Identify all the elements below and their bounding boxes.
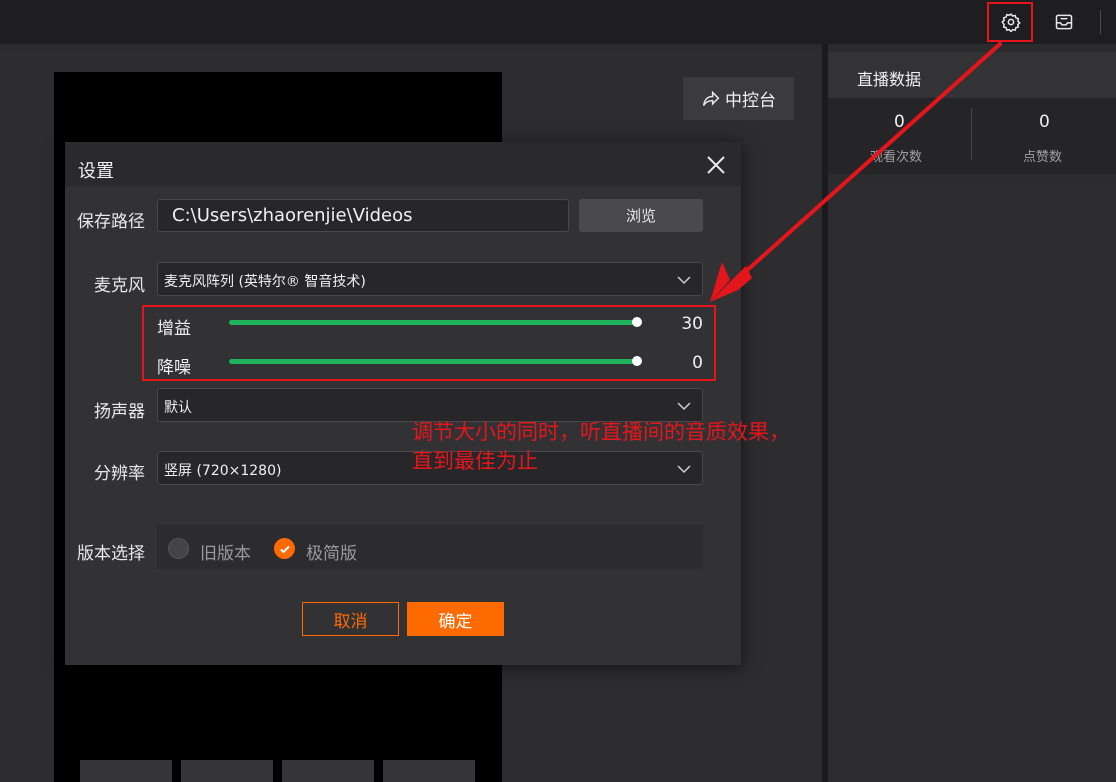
views-value: 0 [894,112,905,132]
dialog-header [65,142,741,186]
annotation-line-2: 直到最佳为止 [412,449,538,473]
annotation-note: 调节大小的同时，听直播间的音质效果， 直到最佳为止 [412,418,790,476]
save-path-input[interactable]: C:\Users\zhaorenjie\Videos [157,199,569,232]
tool-tile[interactable] [282,760,374,782]
browse-button[interactable]: 浏览 [579,199,703,232]
likes-label: 点赞数 [1023,150,1063,165]
stat-separator [971,108,972,160]
views-label: 观看次数 [870,150,923,165]
cancel-button[interactable]: 取消 [302,602,399,636]
save-path-label: 保存路径 [77,212,145,232]
radio-old-version[interactable] [168,538,189,559]
chevron-down-icon [677,276,691,285]
microphone-label: 麦克风 [94,276,145,296]
close-icon [707,156,725,174]
tool-tile[interactable] [181,760,273,782]
radio-simple-version[interactable] [274,538,295,559]
top-bar [0,0,1116,44]
gain-value: 30 [681,314,703,334]
noise-slider-handle[interactable] [632,356,642,366]
old-version-label[interactable]: 旧版本 [200,539,251,564]
chevron-down-icon [677,402,691,411]
resolution-value: 竖屏 (720×1280) [164,463,282,479]
inbox-icon [1055,14,1073,30]
resolution-label: 分辨率 [94,464,145,484]
annotation-line-1: 调节大小的同时，听直播间的音质效果， [412,420,790,444]
noise-value: 0 [692,353,703,373]
microphone-select[interactable]: 麦克风阵列 (英特尔® 智音技术) [157,262,703,296]
close-button[interactable] [703,152,729,178]
microphone-value: 麦克风阵列 (英特尔® 智音技术) [164,274,366,290]
version-label: 版本选择 [77,544,145,564]
message-button[interactable] [1049,8,1079,36]
live-data-title: 直播数据 [857,70,922,89]
app-window: 中控台 直播数据 0 观看次数 0 点赞数 设置 保存路径 C:\Users\z… [0,0,1116,782]
tool-tile[interactable] [383,760,475,782]
noise-slider-track[interactable] [229,359,638,364]
simple-version-label[interactable]: 极简版 [306,539,357,564]
speaker-label: 扬声器 [94,402,145,422]
likes-value: 0 [1039,112,1050,132]
gain-slider-handle[interactable] [632,317,642,327]
console-button-label: 中控台 [725,91,776,111]
share-arrow-icon [702,90,720,106]
dialog-title: 设置 [78,161,114,182]
check-icon [279,545,290,553]
settings-dialog: 设置 保存路径 C:\Users\zhaorenjie\Videos 浏览 麦克… [65,142,741,665]
speaker-select[interactable]: 默认 [157,388,703,422]
console-button[interactable]: 中控台 [683,77,794,120]
top-separator [1100,10,1101,34]
noise-label: 降噪 [157,358,191,378]
live-lower-panel [828,182,1116,782]
slider-highlight-box [142,305,716,381]
gain-slider-track[interactable] [229,320,638,325]
speaker-value: 默认 [164,400,192,416]
tool-tile[interactable] [80,760,172,782]
settings-highlight-box [987,2,1033,42]
gain-label: 增益 [157,319,191,339]
confirm-button[interactable]: 确定 [407,602,504,636]
